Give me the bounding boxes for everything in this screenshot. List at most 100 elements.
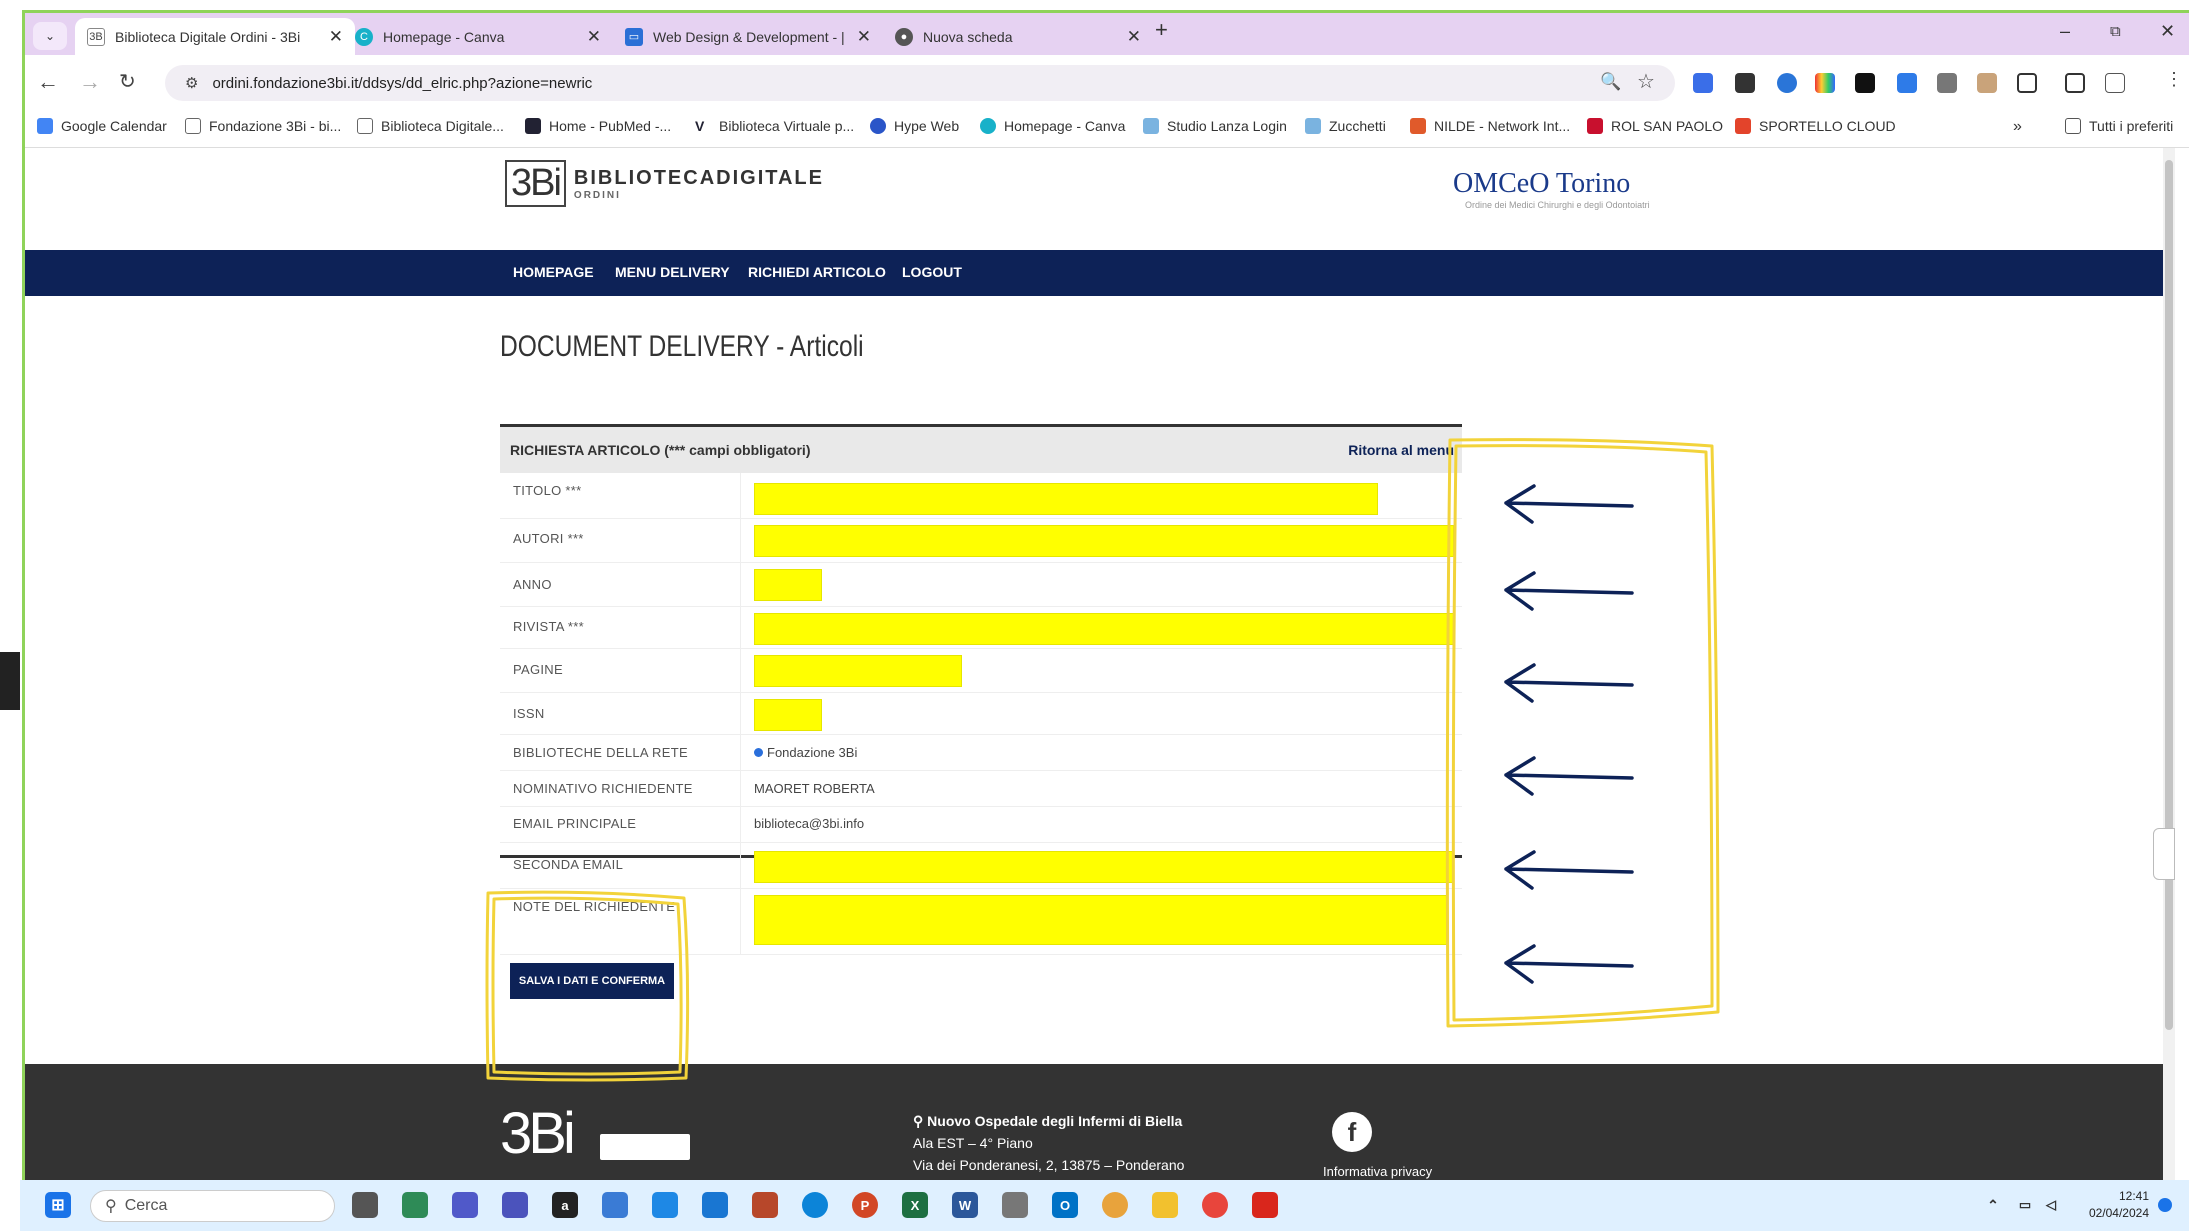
tab-canva[interactable]: C Homepage - Canva ✕ [343, 18, 613, 55]
taskbar-search[interactable]: ⚲ Cerca [90, 1190, 335, 1222]
puzzle-icon[interactable] [2017, 73, 2037, 93]
extension-icon[interactable] [1937, 73, 1957, 93]
row-pagine: PAGINE [500, 649, 1462, 693]
notepad-icon[interactable] [652, 1192, 678, 1218]
row-nominativo: NOMINATIVO RICHIEDENTE MAORET ROBERTA [500, 771, 1462, 807]
profile-icon[interactable] [2105, 73, 2125, 93]
bookmark[interactable]: Biblioteca Digitale... [357, 118, 504, 134]
site-info-icon[interactable]: ⚙ [185, 74, 198, 92]
bookmark[interactable]: NILDE - Network Int... [1410, 118, 1570, 134]
close-window-button[interactable]: ✕ [2160, 21, 2175, 42]
bookmark[interactable]: V Biblioteca Virtuale p... [695, 118, 854, 134]
site-footer: 3Bi ⚲ Nuovo Ospedale degli Infermi di Bi… [25, 1064, 2175, 1180]
nav-homepage[interactable]: HOMEPAGE [513, 264, 594, 280]
task-view-icon[interactable] [352, 1192, 378, 1218]
app-icon[interactable] [1102, 1192, 1128, 1218]
close-icon[interactable]: ✕ [857, 27, 871, 47]
scrollbar-thumb[interactable] [2165, 160, 2173, 1030]
powerpoint-icon[interactable]: P [852, 1192, 878, 1218]
volume-icon[interactable]: ◁ [2038, 1192, 2064, 1218]
pagine-input[interactable] [754, 655, 962, 687]
store-icon[interactable] [602, 1192, 628, 1218]
privacy-link[interactable]: Informativa privacy [1323, 1164, 1432, 1179]
file-explorer-icon[interactable] [1152, 1192, 1178, 1218]
nav-logout[interactable]: LOGOUT [902, 264, 962, 280]
titolo-input[interactable] [754, 483, 1378, 515]
sidepanel-icon[interactable] [2065, 73, 2085, 93]
word-icon[interactable]: W [952, 1192, 978, 1218]
translate-icon[interactable] [1693, 73, 1713, 93]
close-icon[interactable]: ✕ [1127, 27, 1141, 47]
reload-icon[interactable]: ↻ [119, 69, 136, 94]
outlook-icon[interactable]: O [1052, 1192, 1078, 1218]
close-icon[interactable]: ✕ [587, 27, 601, 47]
extension-icon[interactable] [1735, 73, 1755, 93]
bookmark[interactable]: Home - PubMed -... [525, 118, 671, 134]
calendar-icon [37, 118, 53, 134]
stocks-icon[interactable] [402, 1192, 428, 1218]
bookmark[interactable]: Zucchetti [1305, 118, 1386, 134]
minimize-button[interactable]: – [2060, 21, 2070, 42]
tab-webdesign[interactable]: ▭ Web Design & Development - | ✕ [613, 18, 883, 55]
tab-search-button[interactable]: ⌄ [33, 22, 67, 50]
teams-icon[interactable] [452, 1192, 478, 1218]
notification-icon[interactable] [2158, 1198, 2172, 1212]
more-bookmarks-icon[interactable]: » [2013, 118, 2022, 136]
bookmark[interactable]: ROL SAN PAOLO [1587, 118, 1723, 134]
extension-icon[interactable] [1897, 73, 1917, 93]
page-scrollbar[interactable] [2163, 148, 2175, 1180]
anno-input[interactable] [754, 569, 822, 601]
taskbar-clock[interactable]: 12:41 02/04/2024 [2089, 1188, 2149, 1222]
seconda-email-input[interactable] [754, 851, 1454, 883]
windows-start-icon[interactable]: ⊞ [45, 1192, 71, 1218]
network-icon[interactable]: ▭ [2012, 1192, 2038, 1218]
extension-icon[interactable] [1815, 73, 1835, 93]
bookmark[interactable]: Fondazione 3Bi - bi... [185, 118, 341, 134]
zoom-icon[interactable]: 🔍 [1600, 72, 1621, 92]
nav-menu-delivery[interactable]: MENU DELIVERY [615, 264, 730, 280]
nav-richiedi-articolo[interactable]: RICHIEDI ARTICOLO [748, 264, 886, 280]
side-widget[interactable] [2153, 828, 2175, 880]
address-bar[interactable]: ⚙ ordini.fondazione3bi.it/ddsys/dd_elric… [165, 65, 1675, 101]
bookmark[interactable]: Google Calendar [37, 118, 167, 134]
new-tab-button[interactable]: + [1155, 17, 1168, 43]
back-to-menu-link[interactable]: Ritorna al menu [1348, 442, 1454, 458]
chrome-icon[interactable] [1202, 1192, 1228, 1218]
amazon-icon[interactable]: a [552, 1192, 578, 1218]
restore-button[interactable]: ⧉ [2110, 23, 2121, 40]
autori-input[interactable] [754, 525, 1454, 557]
forward-icon[interactable]: → [79, 69, 101, 95]
chevron-up-icon[interactable]: ⌃ [1980, 1192, 2006, 1218]
site-logo[interactable]: 3Bi BIBLIOTECADIGITALE ORDINI [505, 160, 824, 207]
extension-icon[interactable] [1977, 73, 1997, 93]
bookmark[interactable]: SPORTELLO CLOUD [1735, 118, 1896, 134]
issn-input[interactable] [754, 699, 822, 731]
row-titolo: TITOLO *** [500, 473, 1462, 519]
excel-icon[interactable]: X [902, 1192, 928, 1218]
teams-work-icon[interactable] [502, 1192, 528, 1218]
all-bookmarks[interactable]: Tutti i preferiti [2065, 118, 2173, 134]
extension-icon[interactable] [1855, 73, 1875, 93]
whiteboard-icon[interactable] [702, 1192, 728, 1218]
edge-icon[interactable] [802, 1192, 828, 1218]
menu-icon[interactable]: ⋮ [2165, 69, 2183, 90]
partner-logo[interactable]: OMCeO Torino Ordine dei Medici Chirurghi… [1453, 168, 1650, 210]
extension-icon[interactable] [1777, 73, 1797, 93]
tab-new[interactable]: ● Nuova scheda ✕ [883, 18, 1153, 55]
acrobat-icon[interactable] [1252, 1192, 1278, 1218]
bookmark[interactable]: Homepage - Canva [980, 118, 1125, 134]
calculator-icon[interactable] [1002, 1192, 1028, 1218]
save-confirm-button[interactable]: SALVA I DATI E CONFERMA [510, 963, 674, 999]
bookmark-star-icon[interactable]: ☆ [1637, 69, 1655, 94]
biblioteca-radio[interactable]: Fondazione 3Bi [754, 745, 857, 760]
close-icon[interactable]: ✕ [329, 27, 343, 47]
facebook-icon[interactable]: f [1332, 1112, 1372, 1152]
back-icon[interactable]: ← [37, 69, 59, 95]
bookmark[interactable]: Hype Web [870, 118, 959, 134]
bookmark[interactable]: Studio Lanza Login [1143, 118, 1287, 134]
tab-biblioteca[interactable]: 3B Biblioteca Digitale Ordini - 3Bi ✕ [75, 18, 355, 55]
snipping-icon[interactable] [752, 1192, 778, 1218]
rivista-input[interactable] [754, 613, 1454, 645]
row-issn: ISSN [500, 693, 1462, 735]
note-textarea[interactable] [754, 895, 1448, 945]
